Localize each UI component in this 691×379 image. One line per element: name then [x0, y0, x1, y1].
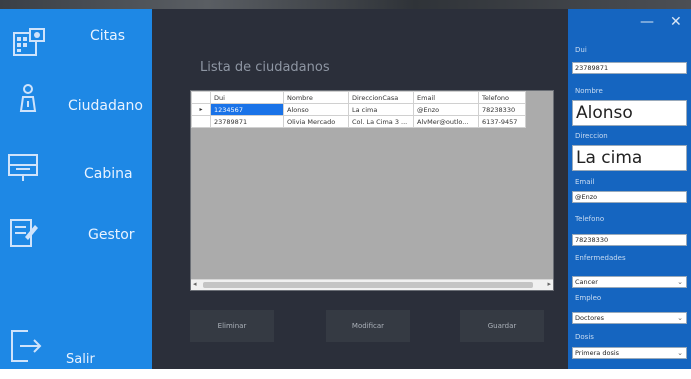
dosis-value: Primera dosis: [575, 349, 620, 357]
sidebar-item-cabina[interactable]: Cabina: [0, 145, 152, 205]
sidebar: Citas Ciudadano Cabina Gestor Salir: [0, 9, 152, 369]
row-selector-marker: ▸: [191, 103, 211, 116]
enfermedades-label: Enfermedades: [575, 254, 626, 262]
table-cell[interactable]: Col. La Cima 3 ...: [348, 115, 414, 128]
empleo-label: Empleo: [575, 294, 602, 302]
sidebar-item-label: Citas: [90, 28, 126, 44]
nombre-label: Nombre: [575, 87, 603, 95]
sidebar-item-salir[interactable]: Salir: [0, 319, 152, 379]
page-title: Lista de ciudadanos: [200, 60, 330, 75]
table-cell[interactable]: 23789871: [210, 115, 284, 128]
column-header-telefono[interactable]: Telefono: [478, 91, 526, 104]
table-row[interactable]: ▸ 1234567 Alonso La cima @Enzo 78238330: [191, 103, 526, 116]
enfermedades-select[interactable]: Cancer ⌄: [572, 276, 687, 288]
modify-button[interactable]: Modificar: [326, 310, 410, 342]
column-header-email[interactable]: Email: [413, 91, 479, 104]
save-button[interactable]: Guardar: [460, 310, 544, 342]
telefono-label: Telefono: [575, 215, 605, 223]
table-cell[interactable]: 6137-9457: [478, 115, 526, 128]
dosis-select[interactable]: Primera dosis ⌄: [572, 347, 687, 359]
dui-field[interactable]: 23789871: [572, 62, 687, 74]
table-cell[interactable]: Alonso: [283, 103, 349, 116]
sidebar-item-label: Ciudadano: [68, 98, 143, 114]
scrollbar-thumb[interactable]: [203, 282, 533, 288]
empleo-select[interactable]: Doctores ⌄: [572, 312, 687, 324]
citizens-table: Dui Nombre DireccionCasa Email Telefono …: [191, 91, 526, 128]
calendar-icon: [13, 28, 45, 56]
sidebar-item-label: Gestor: [88, 227, 135, 243]
row-selector-marker: [191, 115, 211, 128]
clipboard-icon: [10, 219, 38, 247]
table-cell[interactable]: @Enzo: [413, 103, 479, 116]
scroll-right-icon[interactable]: ▸: [547, 280, 551, 288]
person-icon: [19, 84, 37, 112]
minimize-icon[interactable]: —: [640, 14, 654, 30]
telefono-field[interactable]: 78238330: [572, 234, 687, 246]
column-header-dui[interactable]: Dui: [210, 91, 284, 104]
sidebar-item-gestor[interactable]: Gestor: [0, 209, 152, 269]
table-header-row: Dui Nombre DireccionCasa Email Telefono: [191, 91, 526, 104]
table-row[interactable]: 23789871 Olivia Mercado Col. La Cima 3 .…: [191, 115, 526, 128]
empleo-value: Doctores: [575, 314, 604, 322]
scroll-left-icon[interactable]: ◂: [193, 280, 197, 288]
citizens-grid[interactable]: Dui Nombre DireccionCasa Email Telefono …: [190, 90, 554, 291]
direccion-label: Direccion: [575, 132, 608, 140]
dui-label: Dui: [575, 46, 587, 54]
column-header-direccioncasa[interactable]: DireccionCasa: [348, 91, 414, 104]
row-header-corner: [191, 91, 211, 104]
sidebar-item-citas[interactable]: Citas: [0, 23, 152, 83]
exit-icon: [11, 330, 42, 362]
sidebar-item-label: Cabina: [84, 166, 133, 182]
enfermedades-value: Cancer: [575, 278, 598, 286]
chevron-down-icon: ⌄: [677, 349, 683, 357]
table-cell[interactable]: 1234567: [210, 103, 284, 116]
email-label: Email: [575, 178, 595, 186]
computer-icon: [8, 154, 38, 181]
email-field[interactable]: @Enzo: [572, 191, 687, 203]
table-cell[interactable]: AlvMer@outlo...: [413, 115, 479, 128]
close-icon[interactable]: ✕: [670, 14, 682, 30]
table-cell[interactable]: 78238330: [478, 103, 526, 116]
column-header-nombre[interactable]: Nombre: [283, 91, 349, 104]
horizontal-scrollbar[interactable]: ◂ ▸: [191, 279, 553, 290]
nombre-field[interactable]: Alonso: [572, 100, 687, 126]
delete-button[interactable]: Eliminar: [190, 310, 274, 342]
chevron-down-icon: ⌄: [677, 314, 683, 322]
dosis-label: Dosis: [575, 333, 594, 341]
chevron-down-icon: ⌄: [677, 278, 683, 286]
background-strip: [0, 0, 691, 9]
direccion-field[interactable]: La cima: [572, 145, 687, 171]
sidebar-item-ciudadano[interactable]: Ciudadano: [0, 79, 152, 139]
table-cell[interactable]: La cima: [348, 103, 414, 116]
sidebar-item-label: Salir: [66, 352, 95, 367]
table-cell[interactable]: Olivia Mercado: [283, 115, 349, 128]
